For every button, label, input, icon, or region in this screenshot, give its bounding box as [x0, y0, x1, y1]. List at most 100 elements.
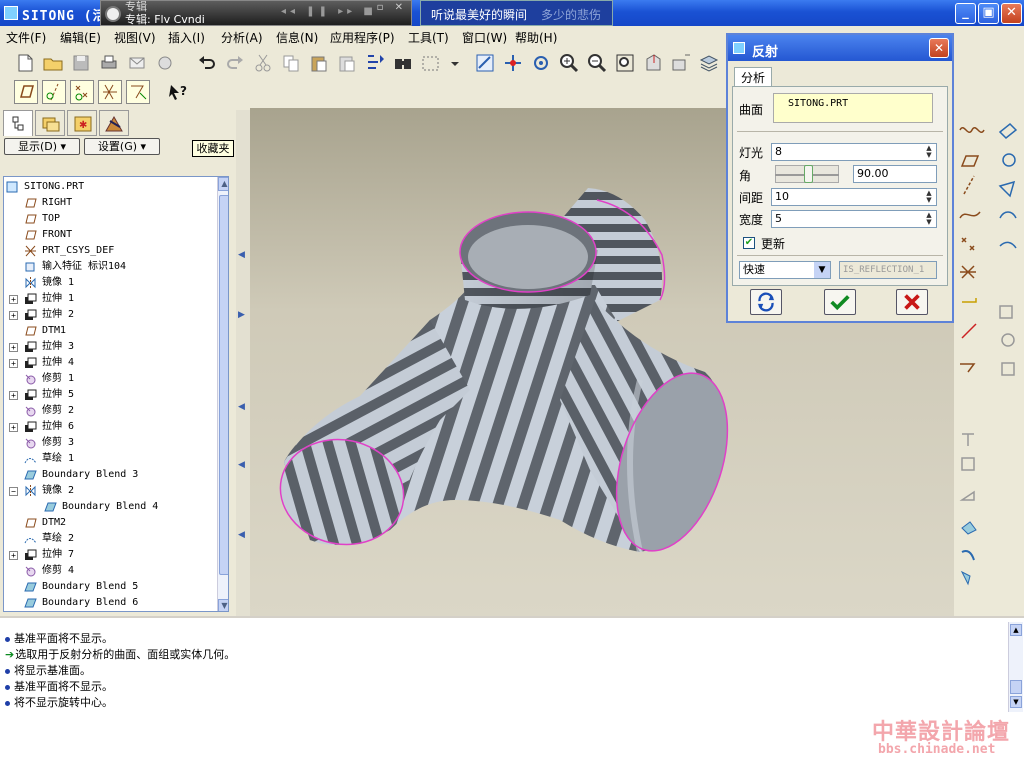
minimize-button[interactable]: _: [955, 3, 976, 24]
expand-icon[interactable]: +: [9, 391, 18, 400]
spacing-stepper-icon[interactable]: ▲ ▼: [923, 190, 935, 204]
reorient-icon[interactable]: [642, 52, 664, 74]
tree-item[interactable]: + 拉伸 7: [4, 547, 214, 563]
tree-item[interactable]: 镜像 1: [4, 275, 214, 291]
show-button[interactable]: 显示(D) ▾: [4, 138, 80, 155]
regenerate-icon[interactable]: [154, 52, 176, 74]
settings-button[interactable]: 设置(G) ▾: [84, 138, 160, 155]
cancel-button[interactable]: [896, 289, 928, 315]
tab-model-tree[interactable]: [3, 110, 33, 136]
light-stepper-icon[interactable]: ▲ ▼: [923, 145, 935, 159]
repeat-analysis-button[interactable]: [750, 289, 782, 315]
tree-item[interactable]: SITONG.PRT: [4, 179, 214, 195]
tree-item[interactable]: 修剪 2: [4, 403, 214, 419]
zoom-out-icon[interactable]: [586, 52, 608, 74]
layers-icon[interactable]: [698, 52, 720, 74]
expand-icon[interactable]: +: [9, 551, 18, 560]
menu-insert[interactable]: 插入(I): [168, 29, 205, 46]
collapse-left-icon[interactable]: ◀: [238, 460, 245, 470]
menu-window[interactable]: 窗口(W): [462, 29, 507, 46]
saved-views-icon[interactable]: [670, 52, 692, 74]
csys-display-icon[interactable]: [98, 80, 122, 104]
slider-thumb[interactable]: [804, 165, 813, 183]
player-controls-icon[interactable]: ◂◂ ❚❚ ▸▸ ■: [281, 6, 377, 17]
tree-item[interactable]: Boundary Blend 5: [4, 579, 214, 595]
expand-icon[interactable]: +: [9, 423, 18, 432]
tree-item[interactable]: TOP: [4, 211, 214, 227]
maximize-button[interactable]: ▣: [978, 3, 999, 24]
model-tree-settings-icon[interactable]: [364, 52, 386, 74]
selection-dropdown-icon[interactable]: [444, 52, 459, 74]
datum-axis-display-icon[interactable]: [42, 80, 66, 104]
mode-select[interactable]: 快速 ▼: [739, 261, 831, 279]
angle-slider[interactable]: [775, 165, 839, 183]
tree-item[interactable]: 修剪 1: [4, 371, 214, 387]
tree-item[interactable]: + 拉伸 6: [4, 419, 214, 435]
panel-splitter[interactable]: ◀ ▶ ◀ ◀ ◀: [236, 110, 250, 616]
light-field[interactable]: 8 ▲ ▼: [771, 143, 937, 161]
send-mail-icon[interactable]: [126, 52, 148, 74]
tree-item[interactable]: − 镜像 2: [4, 483, 214, 499]
chevron-down-icon[interactable]: ▼: [814, 262, 830, 278]
open-file-icon[interactable]: [42, 52, 64, 74]
scroll-up-icon[interactable]: ▲: [218, 177, 228, 191]
scroll-up-icon[interactable]: ▲: [1010, 624, 1022, 636]
print-icon[interactable]: [98, 52, 120, 74]
expand-right-icon[interactable]: ▶: [238, 310, 245, 320]
menu-analysis[interactable]: 分析(A): [221, 29, 263, 46]
whats-this-help-icon[interactable]: ?: [168, 82, 190, 104]
model-tree-scrollbar[interactable]: ▲ ▼: [217, 177, 228, 611]
spacing-field[interactable]: 10 ▲ ▼: [771, 188, 937, 206]
tree-item[interactable]: Boundary Blend 3: [4, 467, 214, 483]
close-button[interactable]: ✕: [1001, 3, 1022, 24]
repaint-icon[interactable]: [474, 52, 496, 74]
datum-point-display-icon[interactable]: [70, 80, 94, 104]
tree-item[interactable]: FRONT: [4, 227, 214, 243]
spin-center-icon[interactable]: [502, 52, 524, 74]
menu-applications[interactable]: 应用程序(P): [330, 29, 395, 46]
tree-item[interactable]: + 拉伸 1: [4, 291, 214, 307]
result-name-field[interactable]: IS_REFLECTION_1: [839, 261, 937, 279]
cut-icon[interactable]: [252, 52, 274, 74]
collapse-icon[interactable]: −: [9, 487, 18, 496]
menu-help[interactable]: 帮助(H): [515, 29, 557, 46]
expand-icon[interactable]: +: [9, 295, 18, 304]
tree-item[interactable]: Boundary Blend 6: [4, 595, 214, 611]
ok-button[interactable]: [824, 289, 856, 315]
zoom-in-icon[interactable]: [558, 52, 580, 74]
tree-item[interactable]: DTM2: [4, 515, 214, 531]
scrollbar-thumb[interactable]: [1010, 680, 1022, 694]
tree-item[interactable]: 输入特征 标识104: [4, 259, 214, 275]
model-tree[interactable]: SITONG.PRT RIGHT TOP FRONT PRT_CSYS_DEF 输入特征 …: [3, 176, 229, 612]
undo-icon[interactable]: [196, 52, 218, 74]
paste-icon[interactable]: [308, 52, 330, 74]
menu-info[interactable]: 信息(N): [276, 29, 318, 46]
expand-icon[interactable]: +: [9, 343, 18, 352]
paste-special-icon[interactable]: [336, 52, 358, 74]
dialog-title-bar[interactable]: 反射 ✕: [728, 35, 952, 61]
tab-connections[interactable]: [99, 110, 129, 136]
collapse-left-icon[interactable]: ◀: [238, 530, 245, 540]
tree-item[interactable]: Boundary Blend 4: [4, 499, 214, 515]
scroll-down-icon[interactable]: ▼: [1010, 696, 1022, 708]
tree-item[interactable]: 草绘 2: [4, 531, 214, 547]
refit-icon[interactable]: [614, 52, 636, 74]
selection-box-icon[interactable]: [420, 52, 442, 74]
message-scrollbar[interactable]: ▲ ▼: [1008, 622, 1023, 712]
music-player-overlay[interactable]: 专辑 专辑: Flv Cvndi ◂◂ ❚❚ ▸▸ ■ ▫ ✕: [100, 0, 412, 26]
tree-item[interactable]: RIGHT: [4, 195, 214, 211]
save-icon[interactable]: [70, 52, 92, 74]
angle-field[interactable]: 90.00: [853, 165, 937, 183]
menu-tools[interactable]: 工具(T): [408, 29, 449, 46]
surface-collector[interactable]: SITONG.PRT: [773, 93, 933, 123]
dialog-close-button[interactable]: ✕: [929, 38, 949, 58]
player-window-buttons[interactable]: ▫ ✕: [377, 2, 407, 13]
tree-item[interactable]: + 拉伸 5: [4, 387, 214, 403]
update-checkbox[interactable]: ✔: [743, 237, 755, 249]
tab-favorites[interactable]: ✱: [67, 110, 97, 136]
scroll-down-icon[interactable]: ▼: [218, 599, 228, 611]
find-icon[interactable]: [392, 52, 414, 74]
tree-item[interactable]: + 拉伸 2: [4, 307, 214, 323]
tree-item[interactable]: + 拉伸 4: [4, 355, 214, 371]
tree-item[interactable]: + 拉伸 3: [4, 339, 214, 355]
